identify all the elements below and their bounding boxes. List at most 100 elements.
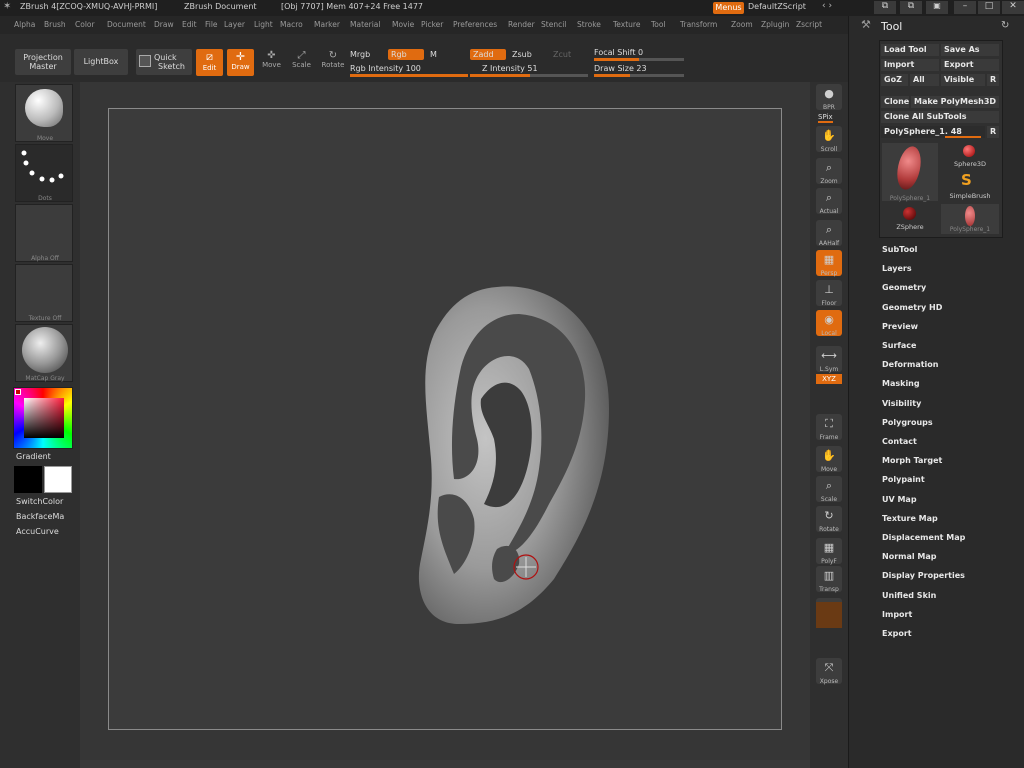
palette-import[interactable]: Import bbox=[882, 610, 912, 619]
sphere3d-thumbnail[interactable]: Sphere3D bbox=[941, 143, 999, 171]
minimize-icon[interactable]: – bbox=[954, 1, 976, 14]
menu-zplugin[interactable]: Zplugin bbox=[761, 20, 789, 29]
menu-file[interactable]: File bbox=[205, 20, 218, 29]
zcut-toggle[interactable]: Zcut bbox=[553, 50, 571, 59]
move-button[interactable]: ✜ Move bbox=[258, 49, 285, 76]
menu-movie[interactable]: Movie bbox=[392, 20, 414, 29]
palette-texture-map[interactable]: Texture Map bbox=[882, 514, 938, 523]
palette-displacement-map[interactable]: Displacement Map bbox=[882, 533, 965, 542]
rgb-toggle[interactable]: Rgb bbox=[388, 49, 424, 60]
focal-shift-slider[interactable] bbox=[594, 58, 684, 61]
material-swatch-button[interactable] bbox=[816, 602, 842, 628]
menu-render[interactable]: Render bbox=[508, 20, 535, 29]
rgb-intensity-slider[interactable] bbox=[350, 74, 468, 77]
close-icon[interactable]: ✕ bbox=[1002, 1, 1024, 14]
material-thumbnail[interactable]: MatCap Gray bbox=[15, 324, 73, 382]
alpha-thumbnail[interactable]: Alpha Off bbox=[15, 204, 73, 262]
palette-contact[interactable]: Contact bbox=[882, 437, 917, 446]
shelf-move-button[interactable]: ✋ Move bbox=[816, 446, 842, 473]
z-intensity-slider[interactable] bbox=[470, 74, 588, 77]
menu-stencil[interactable]: Stencil bbox=[541, 20, 566, 29]
palette-layers[interactable]: Layers bbox=[882, 264, 912, 273]
draw-size-slider[interactable] bbox=[594, 74, 684, 77]
menu-layer[interactable]: Layer bbox=[224, 20, 245, 29]
xyz-symmetry-button[interactable]: XYZ bbox=[816, 374, 842, 384]
backface-mask-button[interactable]: BackfaceMa bbox=[16, 512, 64, 521]
palette-morph-target[interactable]: Morph Target bbox=[882, 456, 942, 465]
clone-all-subtools-button[interactable]: Clone All SubTools bbox=[881, 111, 999, 123]
palette-subtool[interactable]: SubTool bbox=[882, 245, 917, 254]
document-canvas[interactable] bbox=[108, 108, 782, 730]
zsub-toggle[interactable]: Zsub bbox=[512, 50, 532, 59]
palette-uv-map[interactable]: UV Map bbox=[882, 495, 917, 504]
shelf-frame-button[interactable]: ⛶ Frame bbox=[816, 414, 842, 441]
palette-masking[interactable]: Masking bbox=[882, 379, 920, 388]
menu-color[interactable]: Color bbox=[75, 20, 95, 29]
current-tool-r-button[interactable]: R bbox=[987, 126, 999, 138]
refresh-icon[interactable]: ↻ bbox=[1001, 20, 1009, 31]
ear-mesh[interactable] bbox=[109, 109, 783, 731]
shelf-zoom-button[interactable]: ⌕ Zoom bbox=[816, 158, 842, 185]
palette-export[interactable]: Export bbox=[882, 629, 912, 638]
lock-icon[interactable]: ▣ bbox=[926, 1, 948, 14]
menu-brush[interactable]: Brush bbox=[44, 20, 66, 29]
spix-slider[interactable]: SPix bbox=[818, 113, 833, 123]
scale-button[interactable]: ⤢ Scale bbox=[288, 49, 315, 76]
palette-preview[interactable]: Preview bbox=[882, 322, 918, 331]
current-tool-slider[interactable]: PolySphere_1. 48 bbox=[881, 126, 985, 138]
menu-stroke[interactable]: Stroke bbox=[577, 20, 601, 29]
window-layout-icon[interactable]: ⧉ bbox=[874, 1, 896, 14]
simplebrush-thumbnail[interactable]: S SimpleBrush bbox=[941, 171, 999, 201]
clone-button[interactable]: Clone bbox=[881, 96, 909, 108]
quick-sketch-button[interactable]: Quick Sketch bbox=[136, 49, 192, 75]
color-picker[interactable] bbox=[13, 387, 73, 449]
menu-zoom[interactable]: Zoom bbox=[731, 20, 753, 29]
palette-deformation[interactable]: Deformation bbox=[882, 360, 938, 369]
palette-unified-skin[interactable]: Unified Skin bbox=[882, 591, 936, 600]
menu-alpha[interactable]: Alpha bbox=[14, 20, 35, 29]
lightbox-button[interactable]: LightBox bbox=[74, 49, 128, 75]
export-tool-button[interactable]: Export bbox=[941, 59, 999, 71]
texture-thumbnail[interactable]: Texture Off bbox=[15, 264, 73, 322]
goz-r-button[interactable]: R bbox=[987, 74, 999, 86]
draw-button[interactable]: ✛ Draw bbox=[227, 49, 254, 76]
shelf-transp-button[interactable]: ▥ Transp bbox=[816, 566, 842, 593]
menu-material[interactable]: Material bbox=[350, 20, 380, 29]
menu-transform[interactable]: Transform bbox=[680, 20, 717, 29]
shelf-aahalf-button[interactable]: ⌕ AAHalf bbox=[816, 220, 842, 247]
palette-polypaint[interactable]: Polypaint bbox=[882, 475, 925, 484]
import-tool-button[interactable]: Import bbox=[881, 59, 939, 71]
restore-icon[interactable]: □ bbox=[978, 1, 1000, 14]
shelf-xpose-button[interactable]: ⤧ Xpose bbox=[816, 658, 842, 685]
all-button[interactable]: All bbox=[910, 74, 939, 86]
menu-light[interactable]: Light bbox=[254, 20, 273, 29]
visible-button[interactable]: Visible bbox=[941, 74, 985, 86]
shelf-floor-button[interactable]: ⊥ Floor bbox=[816, 280, 842, 307]
stroke-thumbnail[interactable]: Dots bbox=[15, 144, 73, 202]
edit-button[interactable]: ⧄ Edit bbox=[196, 49, 223, 76]
accucurve-button[interactable]: AccuCurve bbox=[16, 527, 59, 536]
shelf-bpr-button[interactable]: ● BPR bbox=[816, 84, 842, 111]
load-tool-button[interactable]: Load Tool bbox=[881, 44, 939, 56]
primary-color-swatch[interactable] bbox=[14, 466, 42, 493]
menu-tool[interactable]: Tool bbox=[651, 20, 666, 29]
secondary-color-swatch[interactable] bbox=[44, 466, 72, 493]
gradient-button[interactable]: Gradient bbox=[16, 452, 51, 461]
shelf-polyf-button[interactable]: ▦ PolyF bbox=[816, 538, 842, 565]
palette-normal-map[interactable]: Normal Map bbox=[882, 552, 936, 561]
rotate-button[interactable]: ↻ Rotate bbox=[318, 49, 348, 76]
palette-surface[interactable]: Surface bbox=[882, 341, 916, 350]
zsphere-thumbnail[interactable]: ZSphere bbox=[882, 204, 938, 234]
palette-visibility[interactable]: Visibility bbox=[882, 399, 921, 408]
polysphere2-thumbnail[interactable]: PolySphere_1 bbox=[941, 204, 999, 234]
menu-preferences[interactable]: Preferences bbox=[453, 20, 497, 29]
make-polymesh-button[interactable]: Make PolyMesh3D bbox=[911, 96, 999, 108]
shelf-persp-button[interactable]: ▦ Persp bbox=[816, 250, 842, 277]
shelf-actual-button[interactable]: ⌕ Actual bbox=[816, 188, 842, 215]
menu-draw[interactable]: Draw bbox=[154, 20, 174, 29]
menu-zscript[interactable]: Zscript bbox=[796, 20, 822, 29]
menu-marker[interactable]: Marker bbox=[314, 20, 340, 29]
nav-arrows-icon[interactable]: ‹ › bbox=[822, 1, 832, 11]
projection-master-button[interactable]: Projection Master bbox=[15, 49, 71, 75]
palette-polygroups[interactable]: Polygroups bbox=[882, 418, 933, 427]
